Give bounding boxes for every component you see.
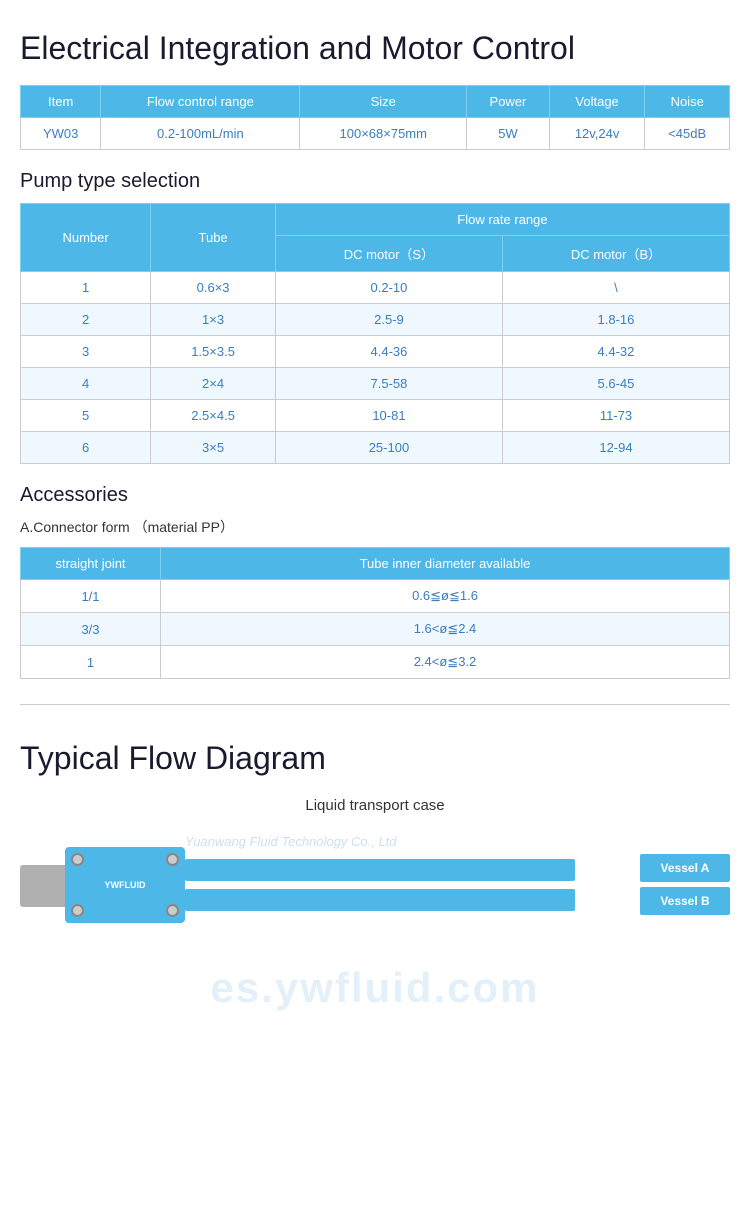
elec-voltage: 12v,24v	[549, 118, 645, 150]
pump-dc-s: 10-81	[275, 400, 502, 432]
company-overlay: Yuanwang Fluid Technology Co., Ltd	[185, 834, 397, 849]
electrical-header-size: Size	[300, 86, 467, 118]
elec-flow: 0.2-100mL/min	[101, 118, 300, 150]
pump-dc-b: \	[502, 272, 729, 304]
table-row: 2 1×3 2.5-9 1.8-16	[21, 304, 730, 336]
pump-tube: 1×3	[151, 304, 276, 336]
left-tube	[20, 865, 70, 907]
table-row: 6 3×5 25-100 12-94	[21, 432, 730, 464]
pump-dc-b: 5.6-45	[502, 368, 729, 400]
pump-body: YWFLUID	[65, 847, 185, 923]
acc-joint: 1	[21, 646, 161, 679]
pump-dc-b: 11-73	[502, 400, 729, 432]
flow-subtitle: Liquid transport case	[20, 797, 730, 814]
section-divider	[20, 704, 730, 705]
electrical-header-noise: Noise	[645, 86, 730, 118]
pump-num: 1	[21, 272, 151, 304]
pump-num: 2	[21, 304, 151, 336]
pump-tube: 2.5×4.5	[151, 400, 276, 432]
watermark: es.ywfluid.com	[20, 964, 730, 1012]
flow-diagram: YWFLUID Yuanwang Fluid Technology Co., L…	[20, 829, 730, 959]
screw-tl	[71, 853, 84, 866]
electrical-header-flow-control: Flow control range	[101, 86, 300, 118]
electrical-table: Item Flow control range Size Power Volta…	[20, 85, 730, 150]
table-row: 3/3 1.6<ø≦2.4	[21, 613, 730, 646]
screw-tr	[166, 853, 179, 866]
table-row: 4 2×4 7.5-58 5.6-45	[21, 368, 730, 400]
pump-header-flow-range: Flow rate range	[275, 204, 729, 236]
table-row: 1/1 0.6≦ø≦1.6	[21, 580, 730, 613]
table-row: 1 0.6×3 0.2-10 \	[21, 272, 730, 304]
pump-num: 5	[21, 400, 151, 432]
screw-br	[166, 904, 179, 917]
acc-joint: 1/1	[21, 580, 161, 613]
pump-dc-b: 12-94	[502, 432, 729, 464]
pump-section-title: Pump type selection	[20, 170, 730, 193]
elec-size: 100×68×75mm	[300, 118, 467, 150]
pump-label: YWFLUID	[105, 880, 146, 890]
accessories-table: straight joint Tube inner diameter avail…	[20, 547, 730, 679]
pump-header-dc-b: DC motor（B）	[502, 236, 729, 272]
electrical-header-power: Power	[467, 86, 550, 118]
pump-tube: 1.5×3.5	[151, 336, 276, 368]
acc-diameter: 1.6<ø≦2.4	[161, 613, 730, 646]
accessories-section-title: Accessories	[20, 484, 730, 507]
pump-num: 4	[21, 368, 151, 400]
tube-bottom	[185, 889, 575, 911]
pump-header-number: Number	[21, 204, 151, 272]
acc-joint: 3/3	[21, 613, 161, 646]
elec-noise: <45dB	[645, 118, 730, 150]
elec-item: YW03	[21, 118, 101, 150]
screw-bl	[71, 904, 84, 917]
electrical-header-voltage: Voltage	[549, 86, 645, 118]
pump-num: 6	[21, 432, 151, 464]
pump-dc-s: 25-100	[275, 432, 502, 464]
elec-power: 5W	[467, 118, 550, 150]
table-row: 5 2.5×4.5 10-81 11-73	[21, 400, 730, 432]
tube-top	[185, 859, 575, 881]
flow-diagram-section: Typical Flow Diagram Liquid transport ca…	[20, 730, 730, 1022]
pump-header-dc-s: DC motor（S）	[275, 236, 502, 272]
electrical-header-item: Item	[21, 86, 101, 118]
table-row: 3 1.5×3.5 4.4-36 4.4-32	[21, 336, 730, 368]
acc-header-diameter: Tube inner diameter available	[161, 548, 730, 580]
acc-diameter: 2.4<ø≦3.2	[161, 646, 730, 679]
pump-header-tube: Tube	[151, 204, 276, 272]
pump-dc-b: 4.4-32	[502, 336, 729, 368]
pump-dc-s: 2.5-9	[275, 304, 502, 336]
vessel-a: Vessel A	[640, 854, 730, 882]
flow-title: Typical Flow Diagram	[20, 740, 730, 777]
pump-dc-s: 0.2-10	[275, 272, 502, 304]
pump-dc-b: 1.8-16	[502, 304, 729, 336]
table-row: YW03 0.2-100mL/min 100×68×75mm 5W 12v,24…	[21, 118, 730, 150]
vessel-b: Vessel B	[640, 887, 730, 915]
pump-tube: 2×4	[151, 368, 276, 400]
main-title: Electrical Integration and Motor Control	[20, 30, 730, 67]
table-row: 1 2.4<ø≦3.2	[21, 646, 730, 679]
pump-tube: 3×5	[151, 432, 276, 464]
pump-num: 3	[21, 336, 151, 368]
pump-dc-s: 4.4-36	[275, 336, 502, 368]
accessories-subtitle: A.Connector form （material PP）	[20, 517, 730, 537]
acc-header-joint: straight joint	[21, 548, 161, 580]
pump-dc-s: 7.5-58	[275, 368, 502, 400]
acc-diameter: 0.6≦ø≦1.6	[161, 580, 730, 613]
pump-tube: 0.6×3	[151, 272, 276, 304]
pump-table: Number Tube Flow rate range DC motor（S） …	[20, 203, 730, 464]
